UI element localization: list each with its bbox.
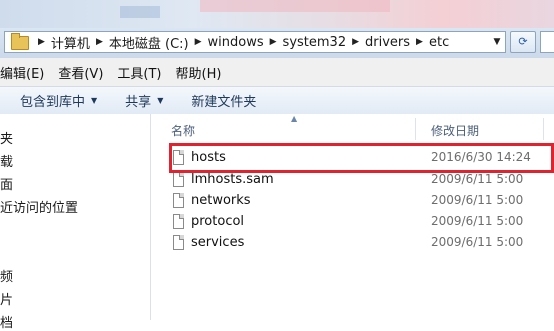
column-divider[interactable]	[543, 118, 544, 140]
command-bar: 包含到库中 ▼ 共享 ▼ 新建文件夹	[0, 87, 554, 115]
include-in-library-button[interactable]: 包含到库中 ▼	[20, 91, 97, 110]
navigation-pane: 夹 载 面 近访问的位置 频 片 档	[0, 114, 151, 331]
file-icon	[173, 214, 184, 229]
file-icon	[173, 235, 184, 250]
chevron-right-icon[interactable]: ▶	[267, 37, 280, 47]
breadcrumb-local-disk[interactable]: 本地磁盘 (C:)	[106, 33, 192, 52]
list-item[interactable]: networks 2009/6/11 5:00	[151, 191, 554, 212]
chevron-right-icon[interactable]: ▶	[349, 37, 362, 47]
search-input[interactable]	[540, 31, 554, 53]
file-date: 2009/6/11 5:00	[431, 235, 524, 249]
column-header-date-modified[interactable]: 修改日期	[431, 122, 479, 139]
share-label: 共享	[125, 95, 152, 110]
chevron-right-icon[interactable]: ▶	[413, 37, 426, 47]
blurred-title-region	[120, 6, 160, 18]
chevron-down-icon[interactable]: ▼	[489, 32, 505, 52]
nav-item-pictures[interactable]: 片	[0, 289, 13, 308]
menu-tools[interactable]: 工具(T)	[117, 63, 161, 82]
file-date: 2016/6/30 14:24	[431, 150, 531, 164]
breadcrumb: ▶ 计算机 ▶ 本地磁盘 (C:) ▶ windows ▶ system32 ▶…	[35, 32, 452, 52]
share-button[interactable]: 共享 ▼	[125, 91, 163, 110]
address-row: ▶ 计算机 ▶ 本地磁盘 (C:) ▶ windows ▶ system32 ▶…	[0, 28, 554, 58]
chevron-right-icon[interactable]: ▶	[192, 37, 205, 47]
include-in-library-label: 包含到库中	[20, 95, 86, 110]
file-date: 2009/6/11 5:00	[431, 172, 524, 186]
file-name: services	[191, 235, 245, 250]
chevron-right-icon[interactable]: ▶	[35, 37, 48, 47]
new-folder-button[interactable]: 新建文件夹	[191, 91, 256, 110]
nav-item-downloads[interactable]: 载	[0, 151, 13, 170]
chevron-down-icon: ▼	[157, 96, 164, 105]
new-folder-label: 新建文件夹	[191, 95, 257, 110]
list-item[interactable]: services 2009/6/11 5:00	[151, 233, 554, 254]
sort-up-icon: ▲	[291, 114, 298, 123]
breadcrumb-etc[interactable]: etc	[426, 35, 452, 50]
address-bar[interactable]: ▶ 计算机 ▶ 本地磁盘 (C:) ▶ windows ▶ system32 ▶…	[4, 31, 506, 53]
file-date: 2009/6/11 5:00	[431, 193, 524, 207]
file-name: lmhosts.sam	[191, 172, 274, 187]
menu-bar: 编辑(E) 查看(V) 工具(T) 帮助(H)	[0, 58, 554, 87]
breadcrumb-drivers[interactable]: drivers	[362, 35, 413, 50]
column-header-name[interactable]: 名称	[171, 122, 195, 139]
breadcrumb-windows[interactable]: windows	[205, 35, 267, 50]
nav-item-recent-places[interactable]: 近访问的位置	[0, 197, 78, 216]
menu-view[interactable]: 查看(V)	[58, 63, 103, 82]
column-divider[interactable]	[415, 118, 416, 140]
file-date: 2009/6/11 5:00	[431, 214, 524, 228]
nav-item-desktop[interactable]: 面	[0, 174, 13, 193]
list-item[interactable]: hosts 2016/6/30 14:24	[151, 148, 554, 169]
list-item[interactable]: lmhosts.sam 2009/6/11 5:00	[151, 170, 554, 191]
list-item[interactable]: protocol 2009/6/11 5:00	[151, 212, 554, 233]
file-name: protocol	[191, 214, 245, 229]
file-name: hosts	[191, 150, 226, 165]
window-title-bar	[0, 0, 554, 28]
file-name: networks	[191, 193, 251, 208]
menu-edit[interactable]: 编辑(E)	[0, 63, 44, 82]
nav-item-documents[interactable]: 档	[0, 312, 13, 331]
blurred-title-region	[200, 0, 390, 12]
chevron-right-icon[interactable]: ▶	[93, 37, 106, 47]
breadcrumb-system32[interactable]: system32	[280, 35, 350, 50]
file-list: ▲ 名称 修改日期 hosts 2016/6/30 14:24 lmhosts.…	[151, 114, 554, 320]
nav-item-favorites[interactable]: 夹	[0, 128, 13, 147]
refresh-icon: ⟳	[518, 35, 528, 48]
file-icon	[173, 150, 184, 165]
file-icon	[173, 193, 184, 208]
breadcrumb-computer[interactable]: 计算机	[48, 33, 93, 52]
file-icon	[173, 172, 184, 187]
chevron-down-icon: ▼	[91, 96, 98, 105]
folder-icon	[11, 33, 29, 50]
menu-help[interactable]: 帮助(H)	[176, 63, 222, 82]
nav-item-videos[interactable]: 频	[0, 266, 13, 285]
refresh-button[interactable]: ⟳	[510, 31, 536, 53]
column-header-row: ▲ 名称 修改日期	[151, 114, 554, 142]
